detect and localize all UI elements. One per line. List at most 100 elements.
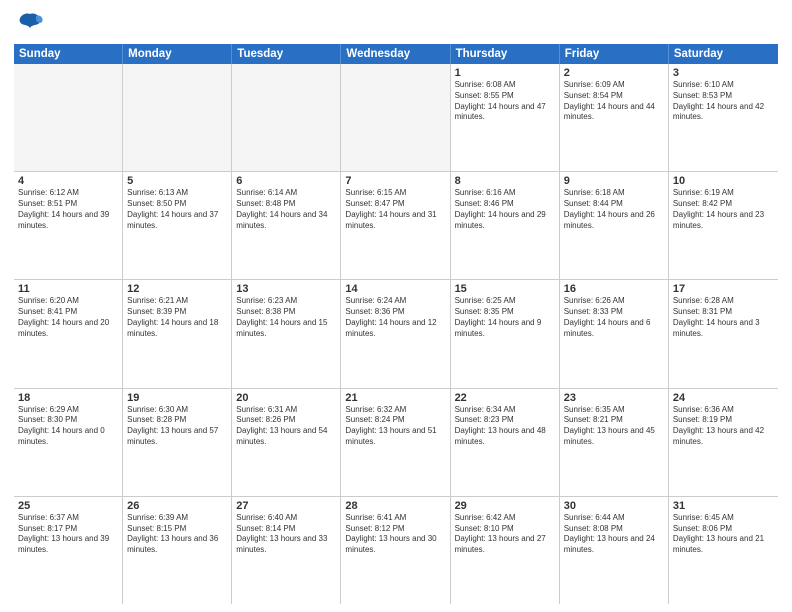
calendar-day-14: 14Sunrise: 6:24 AM Sunset: 8:36 PM Dayli… bbox=[341, 280, 450, 387]
header-day-tuesday: Tuesday bbox=[232, 44, 341, 64]
day-number: 20 bbox=[236, 392, 336, 404]
calendar-day-29: 29Sunrise: 6:42 AM Sunset: 8:10 PM Dayli… bbox=[451, 497, 560, 604]
calendar-day-9: 9Sunrise: 6:18 AM Sunset: 8:44 PM Daylig… bbox=[560, 172, 669, 279]
calendar-day-3: 3Sunrise: 6:10 AM Sunset: 8:53 PM Daylig… bbox=[669, 64, 778, 171]
day-info: Sunrise: 6:26 AM Sunset: 8:33 PM Dayligh… bbox=[564, 296, 664, 339]
day-info: Sunrise: 6:31 AM Sunset: 8:26 PM Dayligh… bbox=[236, 405, 336, 448]
day-info: Sunrise: 6:12 AM Sunset: 8:51 PM Dayligh… bbox=[18, 188, 118, 231]
page: SundayMondayTuesdayWednesdayThursdayFrid… bbox=[0, 0, 792, 612]
day-number: 11 bbox=[18, 283, 118, 295]
calendar-day-18: 18Sunrise: 6:29 AM Sunset: 8:30 PM Dayli… bbox=[14, 389, 123, 496]
calendar-day-21: 21Sunrise: 6:32 AM Sunset: 8:24 PM Dayli… bbox=[341, 389, 450, 496]
day-number: 12 bbox=[127, 283, 227, 295]
day-info: Sunrise: 6:09 AM Sunset: 8:54 PM Dayligh… bbox=[564, 80, 664, 123]
logo-bird-icon bbox=[16, 10, 44, 38]
calendar-week-1: 4Sunrise: 6:12 AM Sunset: 8:51 PM Daylig… bbox=[14, 172, 778, 280]
calendar-day-16: 16Sunrise: 6:26 AM Sunset: 8:33 PM Dayli… bbox=[560, 280, 669, 387]
day-number: 9 bbox=[564, 175, 664, 187]
calendar-day-23: 23Sunrise: 6:35 AM Sunset: 8:21 PM Dayli… bbox=[560, 389, 669, 496]
calendar-header-row: SundayMondayTuesdayWednesdayThursdayFrid… bbox=[14, 44, 778, 64]
day-number: 23 bbox=[564, 392, 664, 404]
day-number: 7 bbox=[345, 175, 445, 187]
day-info: Sunrise: 6:42 AM Sunset: 8:10 PM Dayligh… bbox=[455, 513, 555, 556]
calendar-empty-cell bbox=[341, 64, 450, 171]
day-number: 27 bbox=[236, 500, 336, 512]
calendar-day-2: 2Sunrise: 6:09 AM Sunset: 8:54 PM Daylig… bbox=[560, 64, 669, 171]
day-info: Sunrise: 6:24 AM Sunset: 8:36 PM Dayligh… bbox=[345, 296, 445, 339]
day-info: Sunrise: 6:14 AM Sunset: 8:48 PM Dayligh… bbox=[236, 188, 336, 231]
calendar-week-2: 11Sunrise: 6:20 AM Sunset: 8:41 PM Dayli… bbox=[14, 280, 778, 388]
day-info: Sunrise: 6:44 AM Sunset: 8:08 PM Dayligh… bbox=[564, 513, 664, 556]
calendar-day-31: 31Sunrise: 6:45 AM Sunset: 8:06 PM Dayli… bbox=[669, 497, 778, 604]
day-number: 3 bbox=[673, 67, 774, 79]
calendar-body: 1Sunrise: 6:08 AM Sunset: 8:55 PM Daylig… bbox=[14, 64, 778, 604]
day-info: Sunrise: 6:16 AM Sunset: 8:46 PM Dayligh… bbox=[455, 188, 555, 231]
day-number: 24 bbox=[673, 392, 774, 404]
logo bbox=[14, 10, 44, 38]
calendar-day-27: 27Sunrise: 6:40 AM Sunset: 8:14 PM Dayli… bbox=[232, 497, 341, 604]
day-info: Sunrise: 6:25 AM Sunset: 8:35 PM Dayligh… bbox=[455, 296, 555, 339]
day-info: Sunrise: 6:18 AM Sunset: 8:44 PM Dayligh… bbox=[564, 188, 664, 231]
calendar-day-22: 22Sunrise: 6:34 AM Sunset: 8:23 PM Dayli… bbox=[451, 389, 560, 496]
calendar-day-20: 20Sunrise: 6:31 AM Sunset: 8:26 PM Dayli… bbox=[232, 389, 341, 496]
calendar-day-26: 26Sunrise: 6:39 AM Sunset: 8:15 PM Dayli… bbox=[123, 497, 232, 604]
calendar-day-25: 25Sunrise: 6:37 AM Sunset: 8:17 PM Dayli… bbox=[14, 497, 123, 604]
day-info: Sunrise: 6:15 AM Sunset: 8:47 PM Dayligh… bbox=[345, 188, 445, 231]
day-number: 31 bbox=[673, 500, 774, 512]
calendar-day-7: 7Sunrise: 6:15 AM Sunset: 8:47 PM Daylig… bbox=[341, 172, 450, 279]
calendar-day-28: 28Sunrise: 6:41 AM Sunset: 8:12 PM Dayli… bbox=[341, 497, 450, 604]
day-number: 17 bbox=[673, 283, 774, 295]
day-number: 8 bbox=[455, 175, 555, 187]
day-number: 10 bbox=[673, 175, 774, 187]
day-number: 22 bbox=[455, 392, 555, 404]
calendar-week-0: 1Sunrise: 6:08 AM Sunset: 8:55 PM Daylig… bbox=[14, 64, 778, 172]
calendar-day-4: 4Sunrise: 6:12 AM Sunset: 8:51 PM Daylig… bbox=[14, 172, 123, 279]
day-number: 19 bbox=[127, 392, 227, 404]
day-info: Sunrise: 6:23 AM Sunset: 8:38 PM Dayligh… bbox=[236, 296, 336, 339]
day-info: Sunrise: 6:40 AM Sunset: 8:14 PM Dayligh… bbox=[236, 513, 336, 556]
calendar-day-19: 19Sunrise: 6:30 AM Sunset: 8:28 PM Dayli… bbox=[123, 389, 232, 496]
day-info: Sunrise: 6:34 AM Sunset: 8:23 PM Dayligh… bbox=[455, 405, 555, 448]
header-day-thursday: Thursday bbox=[451, 44, 560, 64]
header-day-saturday: Saturday bbox=[669, 44, 778, 64]
day-info: Sunrise: 6:36 AM Sunset: 8:19 PM Dayligh… bbox=[673, 405, 774, 448]
day-info: Sunrise: 6:30 AM Sunset: 8:28 PM Dayligh… bbox=[127, 405, 227, 448]
header-day-friday: Friday bbox=[560, 44, 669, 64]
day-info: Sunrise: 6:37 AM Sunset: 8:17 PM Dayligh… bbox=[18, 513, 118, 556]
calendar-day-12: 12Sunrise: 6:21 AM Sunset: 8:39 PM Dayli… bbox=[123, 280, 232, 387]
day-number: 13 bbox=[236, 283, 336, 295]
calendar: SundayMondayTuesdayWednesdayThursdayFrid… bbox=[14, 44, 778, 604]
day-number: 14 bbox=[345, 283, 445, 295]
day-number: 30 bbox=[564, 500, 664, 512]
day-number: 21 bbox=[345, 392, 445, 404]
calendar-day-13: 13Sunrise: 6:23 AM Sunset: 8:38 PM Dayli… bbox=[232, 280, 341, 387]
calendar-day-15: 15Sunrise: 6:25 AM Sunset: 8:35 PM Dayli… bbox=[451, 280, 560, 387]
calendar-empty-cell bbox=[123, 64, 232, 171]
day-info: Sunrise: 6:28 AM Sunset: 8:31 PM Dayligh… bbox=[673, 296, 774, 339]
day-info: Sunrise: 6:29 AM Sunset: 8:30 PM Dayligh… bbox=[18, 405, 118, 448]
day-info: Sunrise: 6:45 AM Sunset: 8:06 PM Dayligh… bbox=[673, 513, 774, 556]
day-info: Sunrise: 6:20 AM Sunset: 8:41 PM Dayligh… bbox=[18, 296, 118, 339]
calendar-day-1: 1Sunrise: 6:08 AM Sunset: 8:55 PM Daylig… bbox=[451, 64, 560, 171]
day-number: 5 bbox=[127, 175, 227, 187]
day-number: 26 bbox=[127, 500, 227, 512]
calendar-week-3: 18Sunrise: 6:29 AM Sunset: 8:30 PM Dayli… bbox=[14, 389, 778, 497]
calendar-day-8: 8Sunrise: 6:16 AM Sunset: 8:46 PM Daylig… bbox=[451, 172, 560, 279]
day-info: Sunrise: 6:08 AM Sunset: 8:55 PM Dayligh… bbox=[455, 80, 555, 123]
day-info: Sunrise: 6:35 AM Sunset: 8:21 PM Dayligh… bbox=[564, 405, 664, 448]
calendar-day-6: 6Sunrise: 6:14 AM Sunset: 8:48 PM Daylig… bbox=[232, 172, 341, 279]
day-info: Sunrise: 6:39 AM Sunset: 8:15 PM Dayligh… bbox=[127, 513, 227, 556]
day-info: Sunrise: 6:32 AM Sunset: 8:24 PM Dayligh… bbox=[345, 405, 445, 448]
header bbox=[14, 10, 778, 38]
day-number: 2 bbox=[564, 67, 664, 79]
calendar-empty-cell bbox=[232, 64, 341, 171]
day-info: Sunrise: 6:13 AM Sunset: 8:50 PM Dayligh… bbox=[127, 188, 227, 231]
day-number: 29 bbox=[455, 500, 555, 512]
calendar-day-10: 10Sunrise: 6:19 AM Sunset: 8:42 PM Dayli… bbox=[669, 172, 778, 279]
calendar-day-11: 11Sunrise: 6:20 AM Sunset: 8:41 PM Dayli… bbox=[14, 280, 123, 387]
day-number: 25 bbox=[18, 500, 118, 512]
day-number: 16 bbox=[564, 283, 664, 295]
calendar-day-24: 24Sunrise: 6:36 AM Sunset: 8:19 PM Dayli… bbox=[669, 389, 778, 496]
calendar-empty-cell bbox=[14, 64, 123, 171]
day-number: 1 bbox=[455, 67, 555, 79]
